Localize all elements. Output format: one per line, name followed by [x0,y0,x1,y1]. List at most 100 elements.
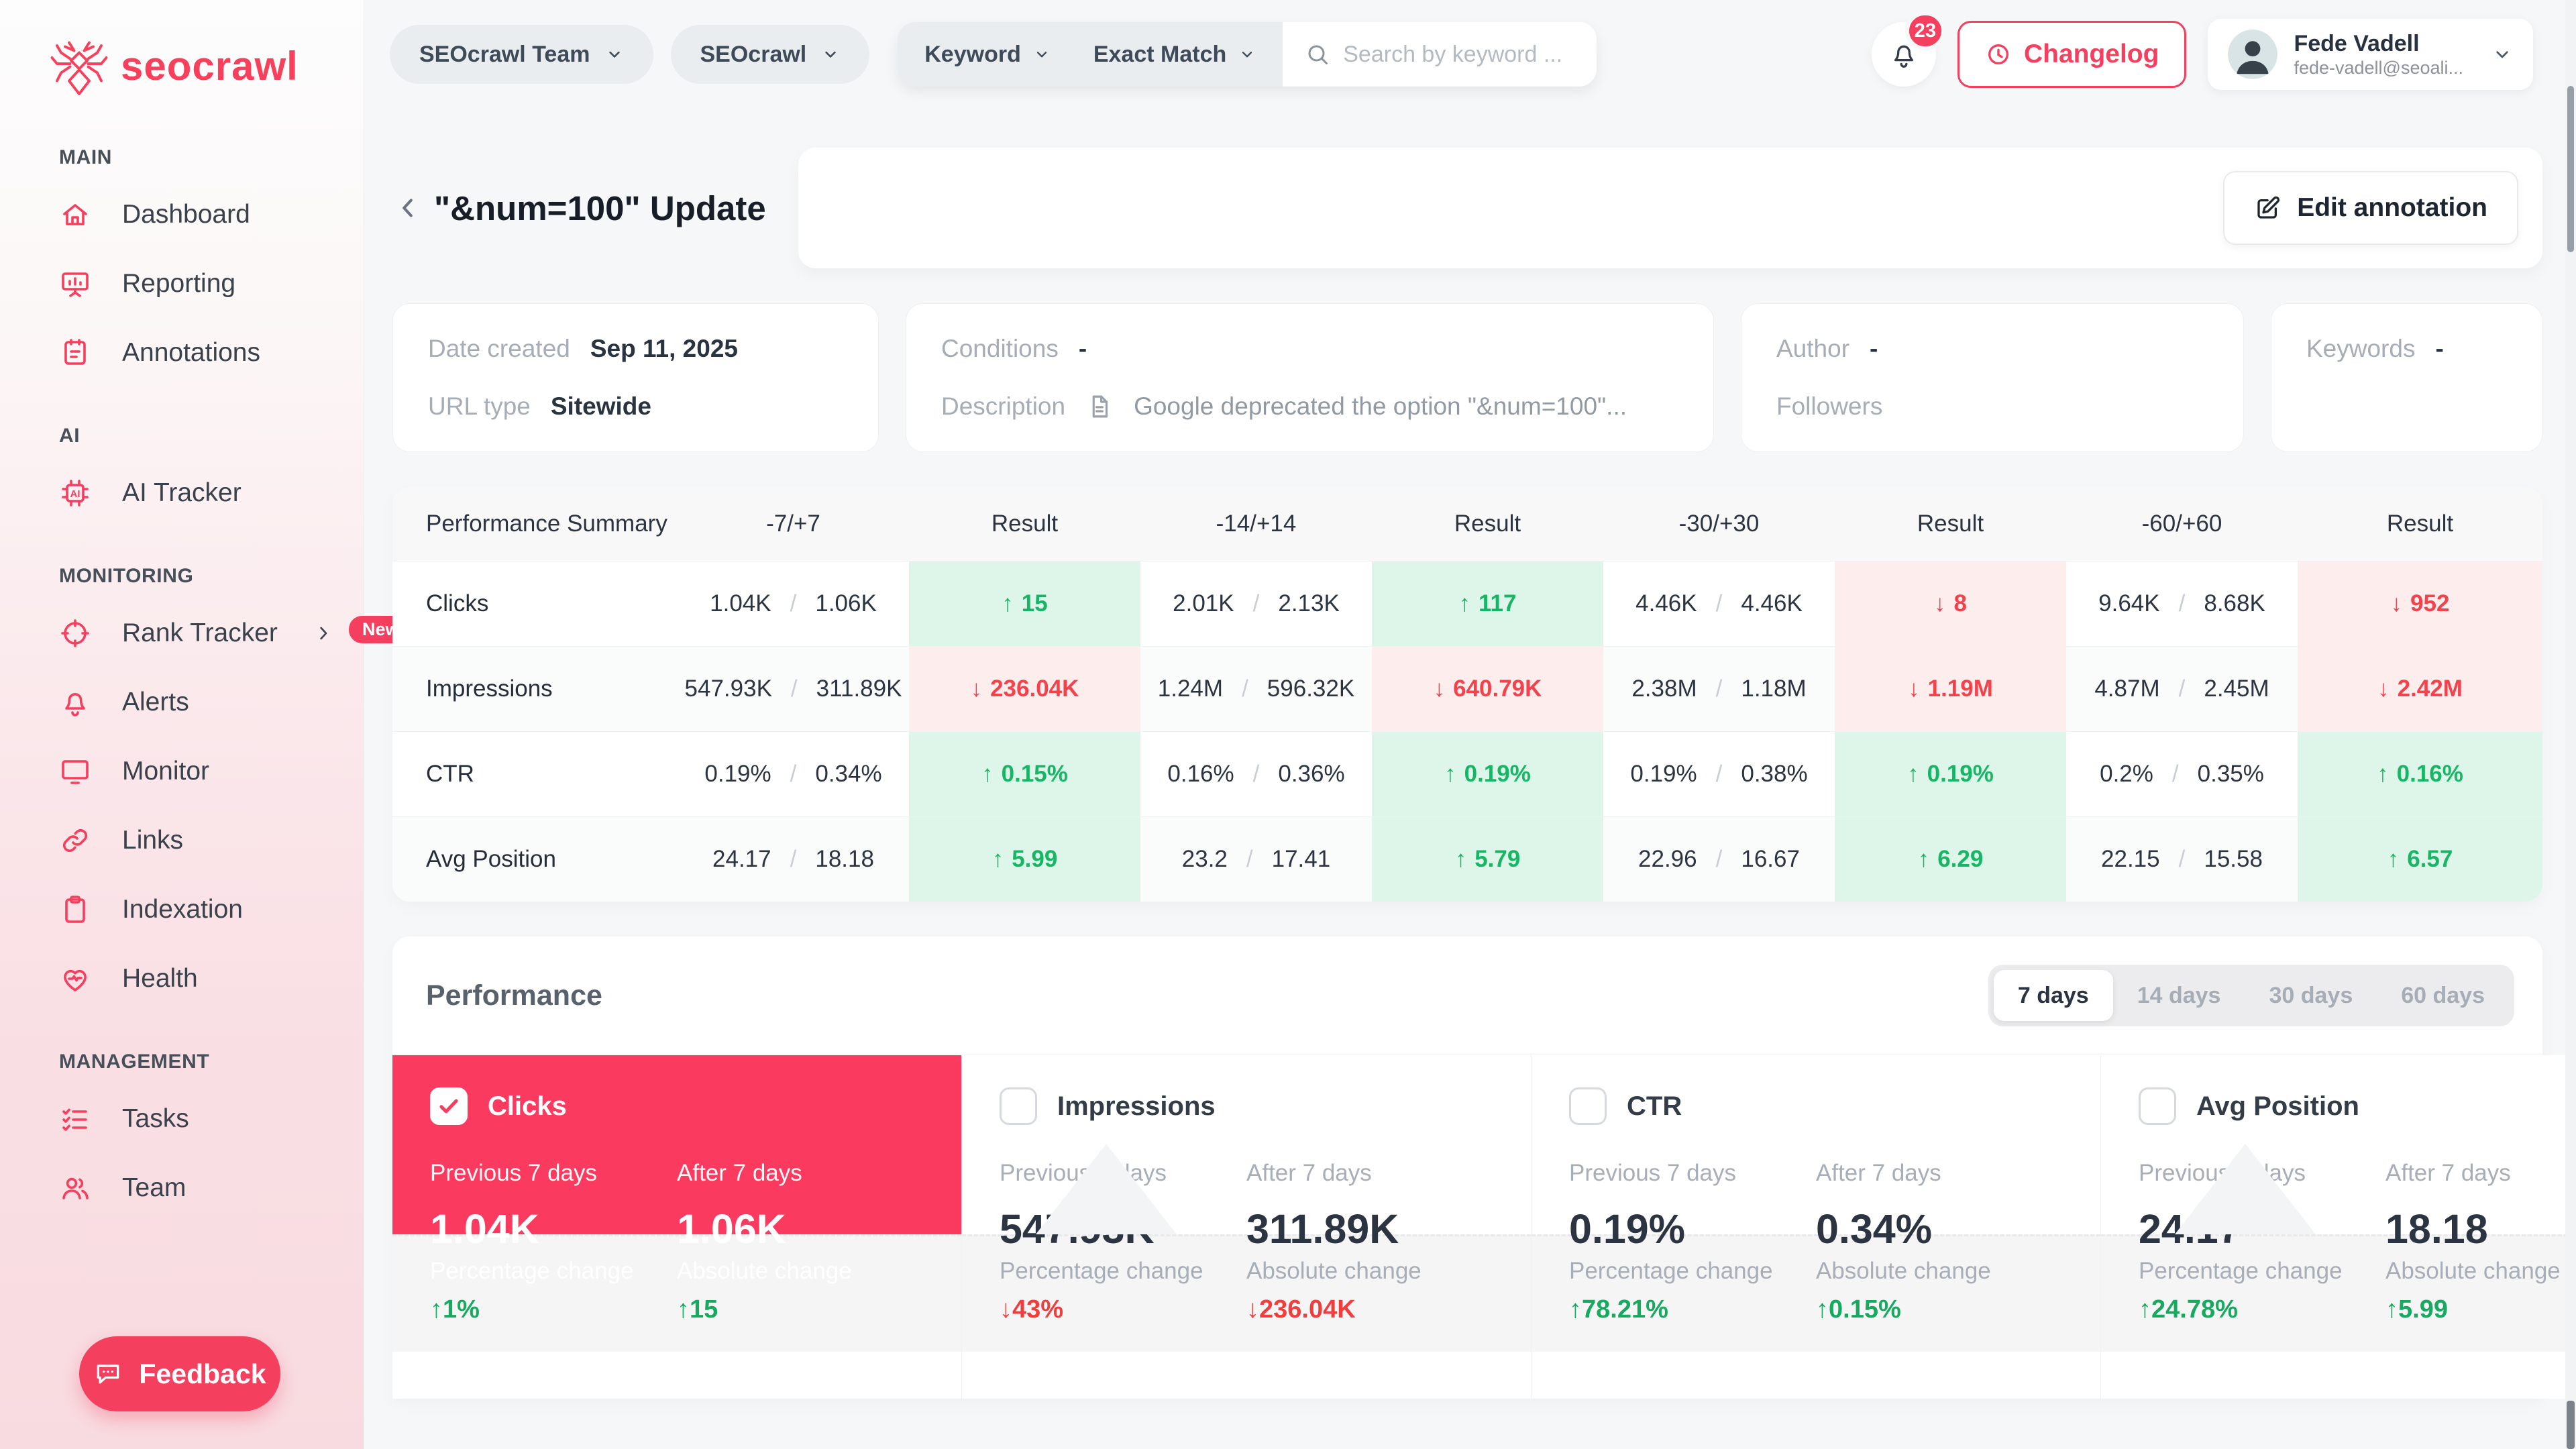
metric-label: CTR [1627,1091,1682,1122]
sidebar-item-tasks[interactable]: Tasks [0,1084,364,1153]
section-label: MANAGEMENT [0,1051,364,1073]
before-value: 22.96 [1638,846,1697,873]
seocrawl-logo[interactable]: seocrawl [0,0,364,98]
detail-card-author: Author - Followers [1741,303,2244,452]
previous-period-label: Previous 7 days [430,1160,677,1187]
summary-period-values: 24.17/18.18 [678,816,909,902]
user-name: Fede Vadell [2294,32,2463,55]
summary-row-metric: Avg Position [392,816,678,902]
separator: / [2179,676,2186,702]
search-icon [1305,42,1330,66]
sidebar-nav: MAIN Dashboard Reporting Annotations AI … [0,146,364,1222]
changelog-button[interactable]: Changelog [1957,21,2187,88]
sidebar-item-indexation[interactable]: Indexation [0,875,364,944]
summary-result-cell: ↑6.57 [2298,816,2542,902]
metric-checkbox[interactable] [1000,1087,1037,1125]
absolute-change-label: Absolute change [1246,1258,1493,1285]
description-line: Description Google deprecated the option… [941,392,1678,421]
summary-result-cell: ↑0.16% [2298,731,2542,816]
before-value: 1.24M [1158,676,1223,702]
metric-card-ctr[interactable]: CTR Previous 7 days 0.19% After 7 days 0… [1532,1055,2101,1399]
sidebar-item-health[interactable]: Health [0,944,364,1013]
summary-result-cell: ↑117 [1372,561,1603,646]
previous-period-value: 1.04K [430,1205,677,1252]
check-icon [436,1093,462,1119]
sidebar-item-dashboard[interactable]: Dashboard [0,180,364,249]
sidebar-item-alerts[interactable]: Alerts [0,667,364,737]
summary-period-values: 0.16%/0.36% [1140,731,1372,816]
sidebar-item-monitor[interactable]: Monitor [0,737,364,806]
arrow-up-icon: ↑ [2377,761,2389,788]
section-label: MAIN [0,146,364,169]
url-type-value: Sitewide [551,392,651,421]
sidebar-item-annotations[interactable]: Annotations [0,318,364,387]
metric-card-clicks[interactable]: Clicks Previous 7 days 1.04K After 7 day… [392,1055,962,1399]
annotation-details: Date created Sep 11, 2025 URL type Sitew… [392,303,2542,452]
notifications-count-badge: 23 [1905,11,1945,50]
period-tab-30-days[interactable]: 30 days [2245,970,2377,1021]
match-type-dropdown[interactable]: Exact Match [1072,42,1277,68]
author-line: Author - [1776,335,2208,363]
sidebar-item-reporting[interactable]: Reporting [0,249,364,318]
summary-result-cell: ↓952 [2298,561,2542,646]
separator: / [1716,846,1723,873]
period-tab-60-days[interactable]: 60 days [2377,970,2509,1021]
arrow-down-icon: ↓ [971,676,983,702]
back-chevron-icon[interactable] [392,193,423,223]
conditions-value: - [1079,335,1087,363]
after-period-value: 18.18 [2385,1205,2576,1252]
performance-section: Performance 7 days14 days30 days60 days … [392,936,2542,1399]
sidebar-item-label: AI Tracker [122,478,241,508]
sidebar-item-ai-tracker[interactable]: AI AI Tracker [0,458,364,527]
before-value: 547.93K [685,676,772,702]
ai-chip-icon: AI [59,477,91,509]
arrow-down-icon: ↓ [1934,590,1946,617]
metric-checkbox[interactable] [1569,1087,1607,1125]
team-selector[interactable]: SEOcrawl Team [390,25,653,84]
detail-card-conditions: Conditions - Description Google deprecat… [906,303,1714,452]
user-menu[interactable]: Fede Vadell fede-vadell@seoali... [2208,19,2533,90]
metric-card-avg-position[interactable]: Avg Position Previous 7 days 24.17 After… [2101,1055,2576,1399]
section-items: AI AI Tracker [0,458,364,527]
sidebar-item-links[interactable]: Links [0,806,364,875]
summary-column-header: Result [1835,487,2066,561]
date-created-label: Date created [428,335,570,363]
project-selector[interactable]: SEOcrawl [671,25,870,84]
clock-history-icon [1985,41,2012,68]
keyword-search-input[interactable] [1342,41,1574,68]
edit-annotation-button[interactable]: Edit annotation [2223,171,2518,245]
feedback-button[interactable]: Feedback [79,1336,280,1411]
percentage-change-value: ↑24.78% [2139,1295,2385,1324]
separator: / [2179,846,2186,873]
keywords-value: - [2435,335,2443,363]
sidebar-item-label: New Rank Tracker [122,619,278,648]
metric-card-top: Clicks Previous 7 days 1.04K After 7 day… [392,1055,961,1234]
metric-card-top: Impressions Previous 7 days 547.93K Afte… [962,1055,1531,1234]
metric-card-impressions[interactable]: Impressions Previous 7 days 547.93K Afte… [962,1055,1532,1399]
before-value: 0.2% [2100,761,2153,788]
result-value: 1.19M [1928,676,1993,702]
summary-period-values: 23.2/17.41 [1140,816,1372,902]
scrollbar-thumb[interactable] [2567,86,2574,252]
sidebar-item-rank-tracker[interactable]: New Rank Tracker [0,598,364,667]
target-icon [59,617,91,649]
metric-checkbox[interactable] [430,1087,468,1125]
notifications-button[interactable]: 23 [1872,22,1936,87]
date-created-line: Date created Sep 11, 2025 [428,335,843,363]
section-items: Tasks Team [0,1084,364,1222]
scrollbar-bottom-piece[interactable] [2567,1401,2575,1449]
arrow-down-icon: ↓ [2391,590,2403,617]
people-icon [59,1172,91,1204]
summary-column-header: -30/+30 [1603,487,1835,561]
section-items: Dashboard Reporting Annotations [0,180,364,387]
search-type-dropdown[interactable]: Keyword [903,42,1072,68]
sidebar-item-team[interactable]: Team [0,1153,364,1222]
after-value: 16.67 [1741,846,1800,873]
period-tab-14-days[interactable]: 14 days [2113,970,2245,1021]
svg-text:AI: AI [70,488,80,500]
metric-checkbox[interactable] [2139,1087,2176,1125]
notch-triangle [2175,1144,2316,1234]
period-tab-7-days[interactable]: 7 days [1994,970,2113,1021]
team-selector-label: SEOcrawl Team [419,42,590,68]
presentation-icon [59,268,91,300]
